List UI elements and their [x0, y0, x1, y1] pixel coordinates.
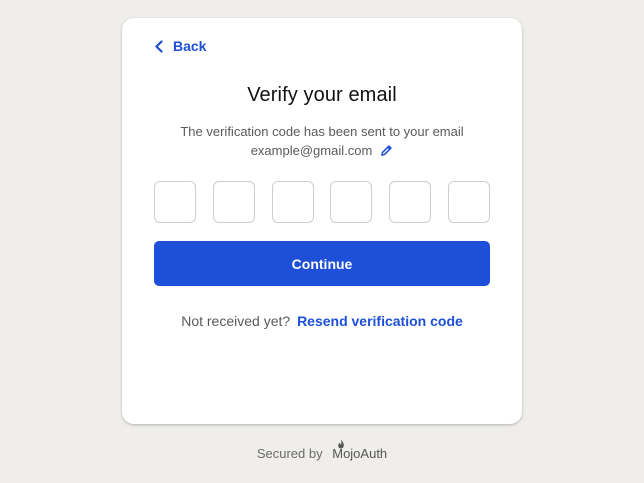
code-digit-4[interactable] [330, 181, 373, 223]
code-digit-2[interactable] [212, 181, 255, 223]
code-digit-1[interactable] [154, 181, 196, 223]
continue-button[interactable]: Continue [154, 241, 490, 286]
verify-email-card: Back Verify your email The verification … [122, 18, 522, 424]
email-address: example@gmail.com [250, 143, 373, 158]
back-label: Back [173, 38, 207, 54]
mojoauth-logo-icon [338, 439, 345, 449]
verification-code-inputs [154, 181, 490, 223]
code-digit-5[interactable] [389, 181, 432, 223]
brand-logo: MojoAuth [332, 439, 387, 461]
verification-message-block: The verification code has been sent to y… [122, 122, 522, 160]
email-line: example@gmail.com [251, 141, 394, 160]
verification-message: The verification code has been sent to y… [180, 124, 464, 139]
code-digit-3[interactable] [271, 181, 314, 223]
pencil-icon[interactable] [380, 144, 393, 157]
resend-prompt: Not received yet? [181, 313, 291, 329]
resend-row: Not received yet? Resend verification co… [122, 313, 522, 329]
secured-by-label: Secured by [256, 446, 323, 461]
footer: Secured by MojoAuth [0, 439, 644, 461]
chevron-left-icon [155, 39, 163, 53]
resend-code-link[interactable]: Resend verification code [297, 313, 463, 329]
page-title: Verify your email [247, 84, 397, 106]
back-button[interactable]: Back [154, 38, 206, 54]
code-digit-6[interactable] [447, 181, 490, 223]
